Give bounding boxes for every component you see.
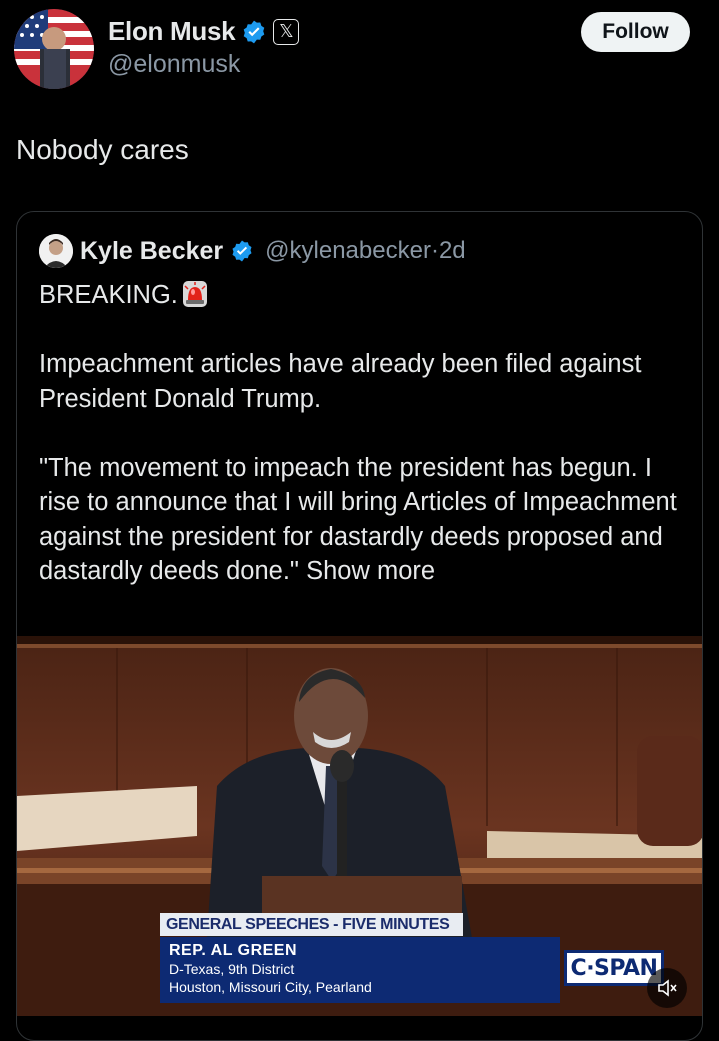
quoted-paragraph-2: "The movement to impeach the president h…: [39, 453, 677, 586]
quoted-display-name[interactable]: Kyle Becker: [80, 237, 223, 266]
dot-separator: ·: [430, 237, 439, 264]
chyron-box: REP. AL GREEN D-Texas, 9th District Hous…: [160, 937, 560, 1003]
follow-button[interactable]: Follow: [581, 12, 690, 52]
verified-badge-icon: [232, 240, 252, 262]
rotating-light-icon: [182, 281, 207, 307]
author-handle[interactable]: @elonmusk: [108, 50, 240, 79]
verified-badge-icon: [244, 20, 265, 43]
speaker-muted-icon: [658, 979, 677, 997]
quoted-tweet[interactable]: Kyle Becker @kylenabecker·2d BREAKING. I…: [16, 211, 703, 1041]
show-more-link[interactable]: Show more: [306, 557, 435, 585]
quoted-timestamp: 2d: [438, 237, 466, 264]
tweet-header: Elon Musk 𝕏 @elonmusk Follow: [0, 0, 719, 100]
author-display-name[interactable]: Elon Musk: [108, 16, 236, 47]
breaking-line: BREAKING.: [39, 278, 689, 313]
chyron-cities: Houston, Missouri City, Pearland: [169, 979, 372, 995]
video-player[interactable]: GENERAL SPEECHES - FIVE MINUTES REP. AL …: [17, 636, 702, 1016]
quoted-paragraph-1: Impeachment articles have already been f…: [39, 350, 642, 413]
tweet-text: Nobody cares: [16, 134, 189, 165]
author-name-row: Elon Musk 𝕏: [108, 16, 300, 47]
chyron-title: GENERAL SPEECHES - FIVE MINUTES: [160, 913, 463, 936]
x-affiliate-icon: 𝕏: [273, 18, 300, 45]
quoted-header: Kyle Becker @kylenabecker·2d: [39, 234, 466, 268]
mute-button[interactable]: [647, 968, 687, 1008]
quoted-body: BREAKING. Impeachment articles have alre…: [39, 278, 689, 589]
author-avatar[interactable]: [14, 9, 94, 89]
chyron-district: D-Texas, 9th District: [169, 961, 295, 977]
chyron-name: REP. AL GREEN: [169, 942, 298, 959]
quoted-handle[interactable]: @kylenabecker·2d: [265, 237, 465, 265]
quoted-author-avatar[interactable]: [39, 234, 73, 268]
